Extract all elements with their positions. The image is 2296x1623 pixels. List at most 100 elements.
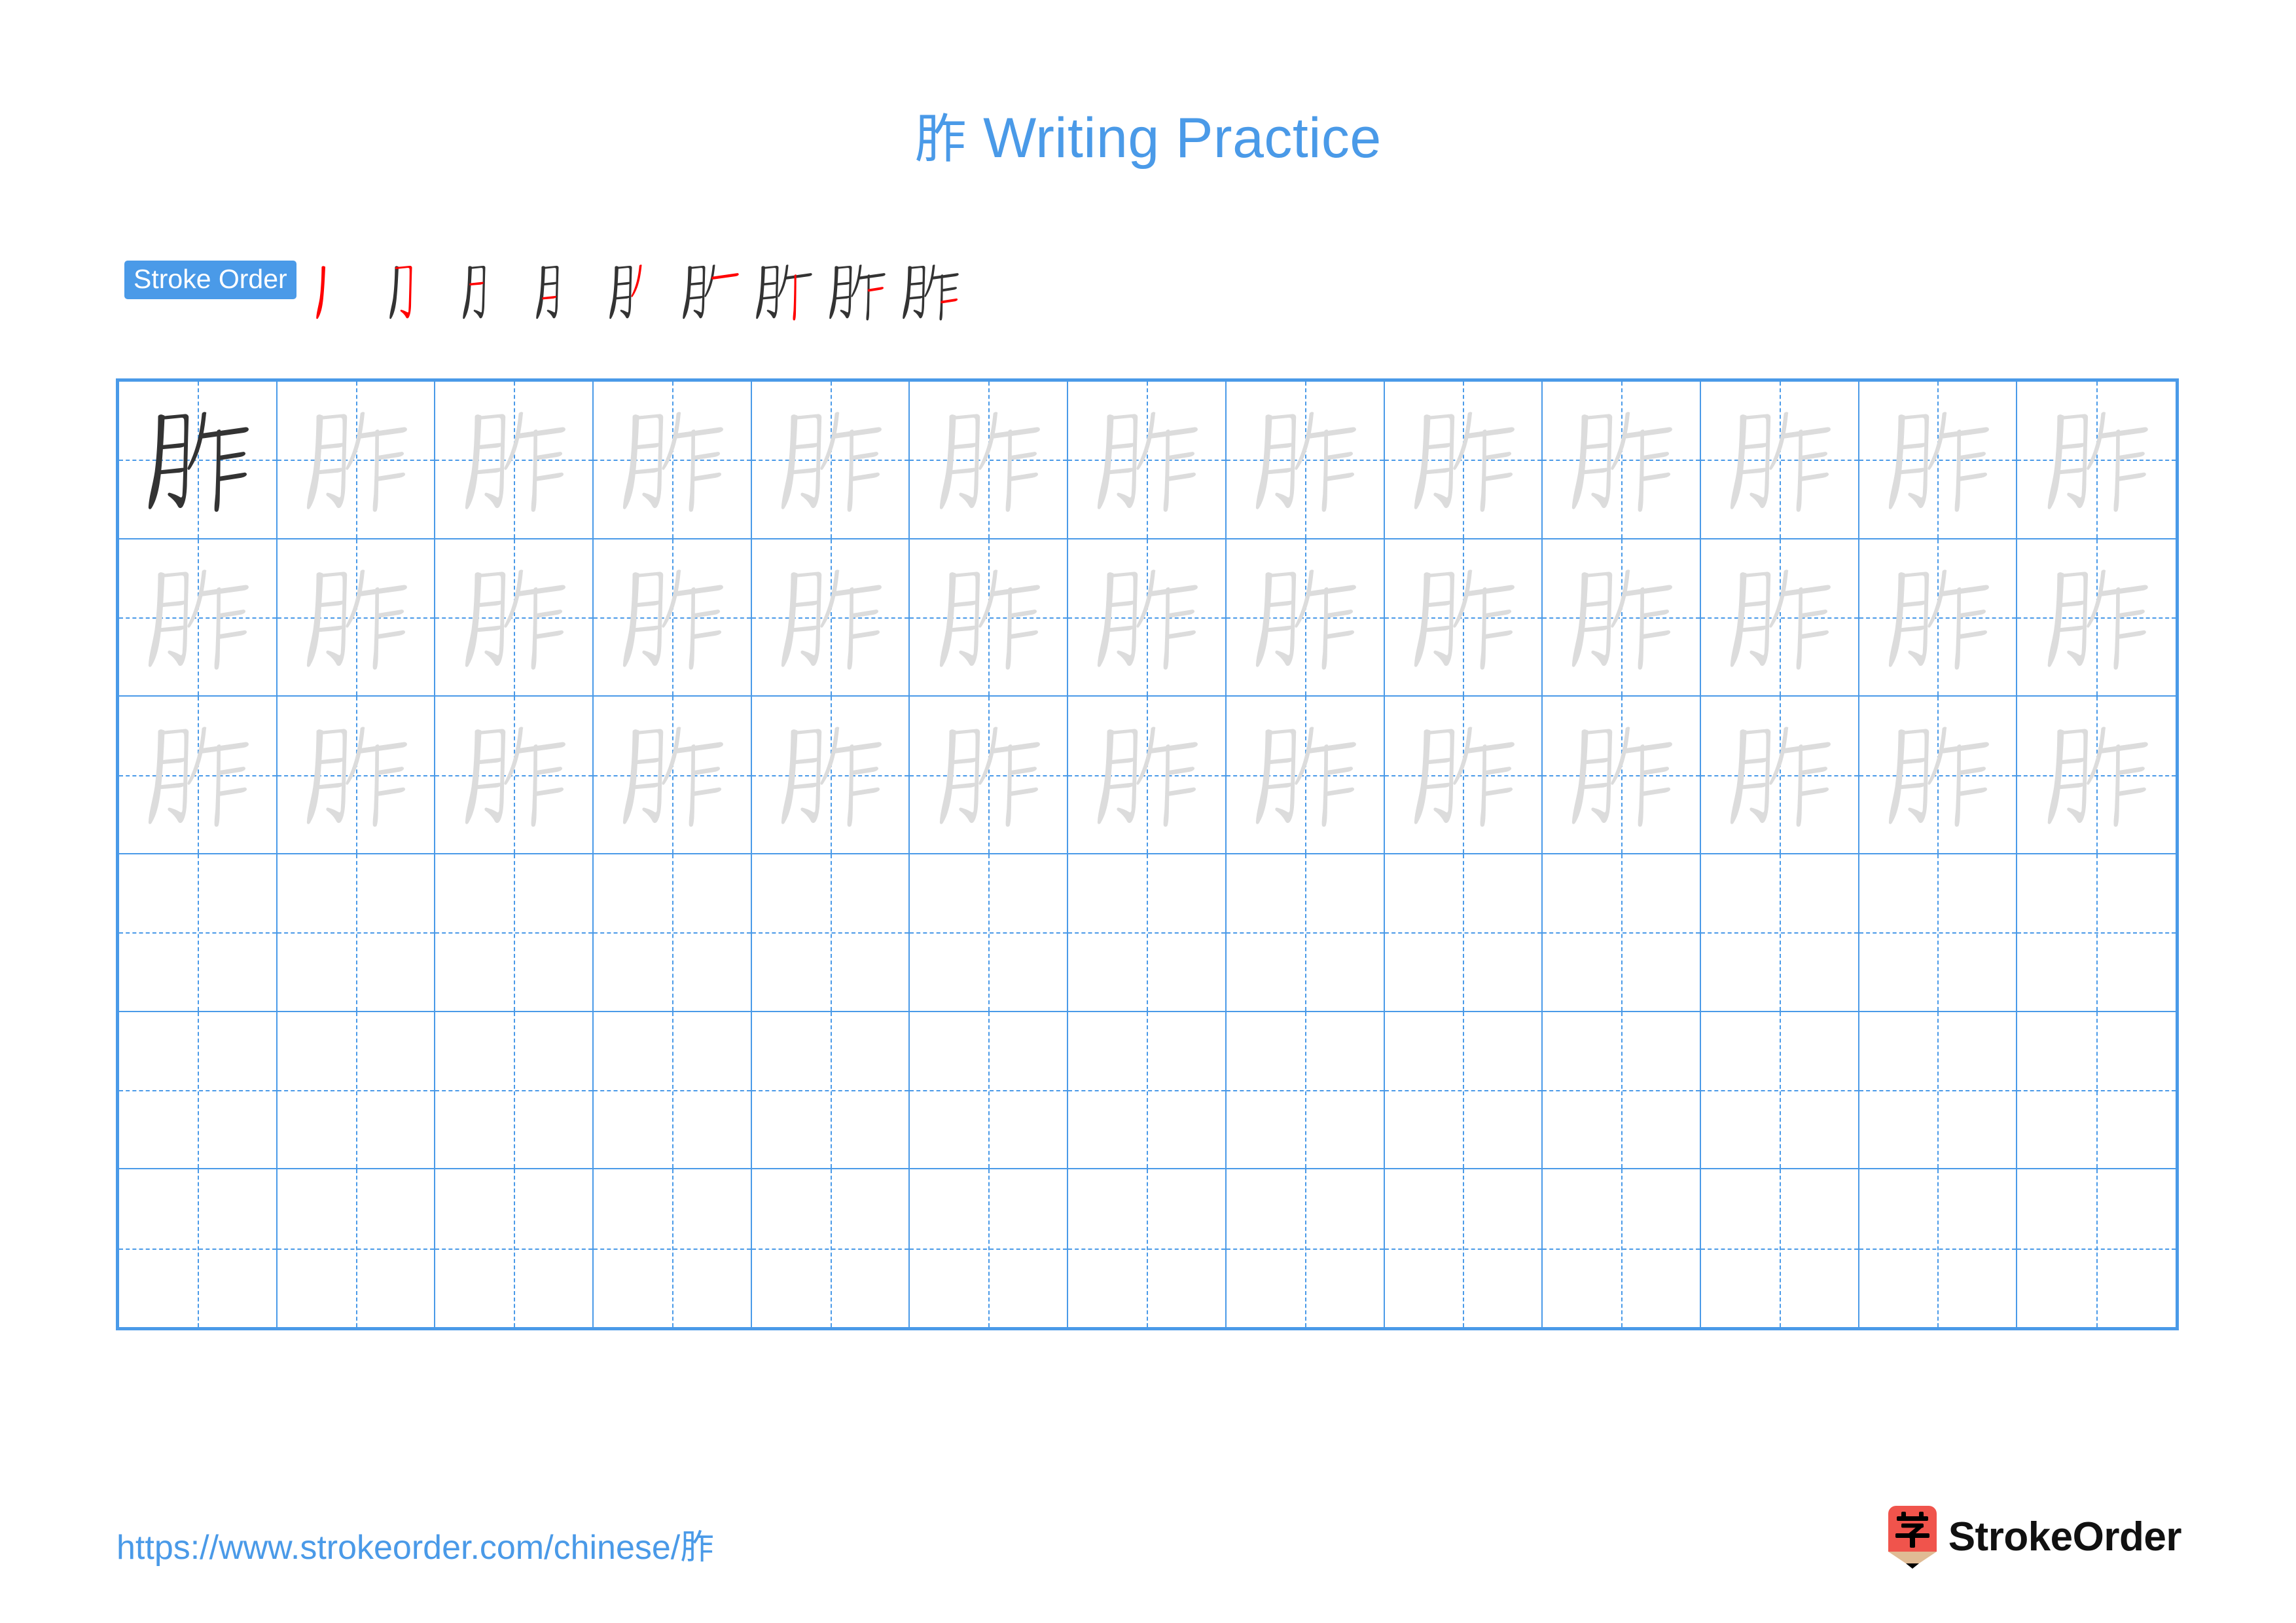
practice-cell[interactable] (910, 1169, 1069, 1327)
practice-cell[interactable] (1543, 697, 1701, 854)
practice-cell[interactable] (1543, 539, 1701, 697)
trace-character (1543, 539, 1700, 696)
brand-name: StrokeOrder (1948, 1514, 2182, 1559)
trace-character (1859, 382, 2017, 538)
footer-url-character: 胙 (680, 1528, 715, 1567)
practice-cell[interactable] (1384, 539, 1543, 697)
practice-cell[interactable] (751, 1169, 910, 1327)
practice-cell[interactable] (435, 539, 594, 697)
practice-cell[interactable] (1068, 854, 1227, 1012)
practice-cell[interactable] (1700, 697, 1859, 854)
practice-cell[interactable] (1700, 854, 1859, 1012)
practice-cell[interactable] (2017, 1169, 2176, 1327)
practice-cell[interactable] (119, 539, 278, 697)
practice-cell[interactable] (1226, 697, 1385, 854)
practice-cell[interactable] (1543, 1012, 1701, 1170)
practice-cell[interactable] (1226, 382, 1385, 539)
trace-character (435, 382, 592, 538)
practice-cell[interactable] (119, 1169, 278, 1327)
practice-cell[interactable] (2017, 539, 2176, 697)
practice-grid (116, 378, 2179, 1330)
practice-cell[interactable] (1859, 854, 2018, 1012)
stroke-order-step-7 (747, 255, 820, 328)
practice-cell[interactable] (594, 1012, 752, 1170)
stroke-diagram-icon (682, 264, 739, 319)
trace-character (1701, 539, 1858, 696)
practice-cell[interactable] (435, 382, 594, 539)
practice-cell[interactable] (1068, 1012, 1227, 1170)
practice-cell[interactable] (2017, 1012, 2176, 1170)
practice-cell[interactable] (751, 539, 910, 697)
practice-cell[interactable] (1068, 697, 1227, 854)
practice-cell[interactable] (435, 1012, 594, 1170)
trace-character (2017, 382, 2176, 538)
practice-cell[interactable] (277, 697, 436, 854)
practice-cell[interactable] (435, 1169, 594, 1327)
practice-cell[interactable] (119, 697, 278, 854)
practice-cell[interactable] (2017, 697, 2176, 854)
practice-cell[interactable] (1226, 854, 1385, 1012)
practice-cell[interactable] (1700, 1169, 1859, 1327)
practice-cell[interactable] (1226, 1012, 1385, 1170)
practice-cell[interactable] (594, 1169, 752, 1327)
practice-cell[interactable] (910, 697, 1069, 854)
footer-url[interactable]: https://www.strokeorder.com/chinese/胙 (117, 1531, 714, 1565)
trace-character (594, 539, 751, 696)
practice-cell[interactable] (751, 697, 910, 854)
practice-cell[interactable] (119, 1012, 278, 1170)
practice-cell[interactable] (1700, 1012, 1859, 1170)
practice-cell[interactable] (1384, 1169, 1543, 1327)
practice-cell[interactable] (751, 1012, 910, 1170)
practice-cell[interactable] (1543, 854, 1701, 1012)
practice-cell[interactable] (1859, 1169, 2018, 1327)
practice-cell[interactable] (594, 697, 752, 854)
practice-cell[interactable] (910, 1012, 1069, 1170)
trace-character (910, 697, 1067, 853)
practice-cell[interactable] (277, 539, 436, 697)
practice-cell[interactable] (1859, 382, 2018, 539)
practice-cell[interactable] (751, 382, 910, 539)
brand-logo[interactable]: StrokeOrder (1888, 1506, 2182, 1569)
practice-cell[interactable] (910, 854, 1069, 1012)
practice-cell[interactable] (119, 382, 278, 539)
practice-cell[interactable] (1859, 697, 2018, 854)
practice-cell[interactable] (1226, 1169, 1385, 1327)
practice-cell[interactable] (1859, 1012, 2018, 1170)
practice-cell[interactable] (1543, 1169, 1701, 1327)
practice-cell[interactable] (277, 1012, 436, 1170)
practice-cell[interactable] (1700, 539, 1859, 697)
trace-character (435, 697, 592, 853)
trace-character (1227, 539, 1384, 696)
practice-cell[interactable] (1384, 1012, 1543, 1170)
trace-character (278, 697, 435, 853)
practice-cell[interactable] (435, 697, 594, 854)
practice-cell[interactable] (1859, 539, 2018, 697)
practice-cell[interactable] (594, 382, 752, 539)
practice-cell[interactable] (751, 854, 910, 1012)
practice-cell[interactable] (910, 382, 1069, 539)
trace-character (1068, 382, 1225, 538)
practice-cell[interactable] (119, 854, 278, 1012)
practice-cell[interactable] (1068, 539, 1227, 697)
practice-cell[interactable] (1226, 539, 1385, 697)
practice-cell[interactable] (2017, 382, 2176, 539)
practice-cell[interactable] (1384, 382, 1543, 539)
trace-character (278, 539, 435, 696)
practice-cell[interactable] (435, 854, 594, 1012)
practice-cell[interactable] (1700, 382, 1859, 539)
practice-cell[interactable] (1384, 854, 1543, 1012)
trace-character (1068, 697, 1225, 853)
practice-cell[interactable] (1543, 382, 1701, 539)
practice-cell[interactable] (1068, 382, 1227, 539)
page-title: 胙 Writing Practice (0, 110, 2296, 166)
practice-cell[interactable] (594, 539, 752, 697)
practice-cell[interactable] (1068, 1169, 1227, 1327)
practice-cell[interactable] (910, 539, 1069, 697)
practice-cell[interactable] (277, 854, 436, 1012)
practice-cell[interactable] (594, 854, 752, 1012)
practice-cell[interactable] (1384, 697, 1543, 854)
practice-cell[interactable] (277, 382, 436, 539)
practice-cell[interactable] (277, 1169, 436, 1327)
trace-character (1385, 697, 1542, 853)
practice-cell[interactable] (2017, 854, 2176, 1012)
